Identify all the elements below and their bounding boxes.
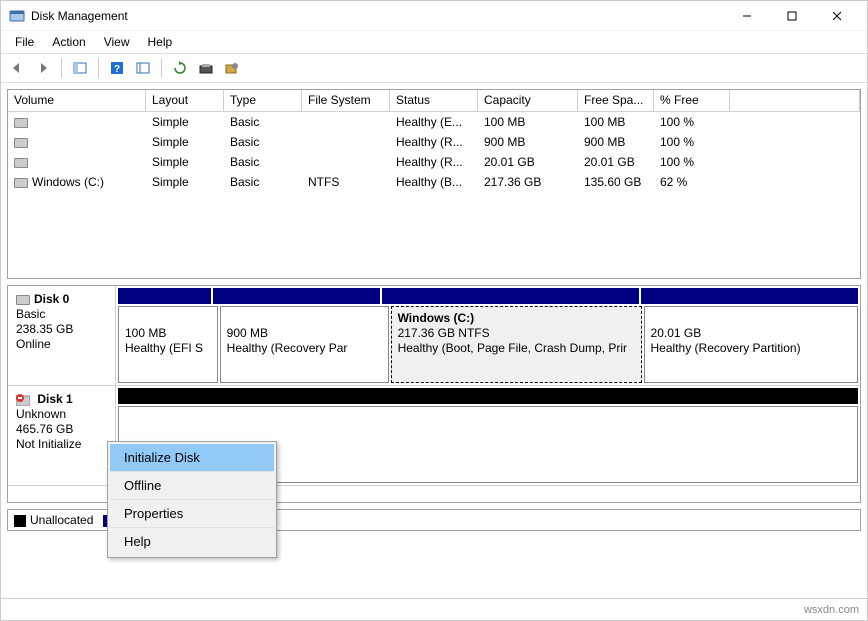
volume-row[interactable]: Windows (C:) Simple Basic NTFS Healthy (… <box>8 172 860 192</box>
volume-icon <box>14 138 28 148</box>
volume-row[interactable]: Simple Basic Healthy (R... 20.01 GB 20.0… <box>8 152 860 172</box>
menu-action[interactable]: Action <box>44 33 93 51</box>
maximize-button[interactable] <box>769 2 814 30</box>
context-menu-properties[interactable]: Properties <box>110 500 274 528</box>
volume-row[interactable]: Simple Basic Healthy (R... 900 MB 900 MB… <box>8 132 860 152</box>
volume-icon <box>14 158 28 168</box>
app-icon <box>9 8 25 24</box>
refresh-icon[interactable] <box>168 56 192 80</box>
settings-icon[interactable] <box>131 56 155 80</box>
partition-efi[interactable]: 100 MB Healthy (EFI S <box>118 306 218 383</box>
column-filesystem[interactable]: File System <box>302 90 390 111</box>
status-bar: wsxdn.com <box>1 598 867 620</box>
column-spacer <box>730 90 860 111</box>
column-free-space[interactable]: Free Spa... <box>578 90 654 111</box>
volume-icon <box>14 118 28 128</box>
back-button[interactable] <box>5 56 29 80</box>
column-volume[interactable]: Volume <box>8 90 146 111</box>
partition-color-bar <box>118 288 858 304</box>
window-title: Disk Management <box>31 9 724 23</box>
toolbar-separator <box>98 58 99 78</box>
title-bar: Disk Management <box>1 1 867 31</box>
menu-help[interactable]: Help <box>140 33 181 51</box>
volume-icon <box>14 178 28 188</box>
menu-bar: File Action View Help <box>1 31 867 53</box>
rescan-disks-icon[interactable] <box>194 56 218 80</box>
toolbar-separator <box>161 58 162 78</box>
close-button[interactable] <box>814 2 859 30</box>
partition-recovery-2[interactable]: 20.01 GB Healthy (Recovery Partition) <box>644 306 858 383</box>
unallocated-bar[interactable] <box>118 388 858 404</box>
context-menu: Initialize Disk Offline Properties Help <box>107 441 277 558</box>
show-hide-console-tree-icon[interactable] <box>68 56 92 80</box>
menu-file[interactable]: File <box>7 33 42 51</box>
disk-info[interactable]: Disk 1 Unknown 465.76 GB Not Initialize <box>8 386 116 485</box>
forward-button[interactable] <box>31 56 55 80</box>
toolbar-separator <box>61 58 62 78</box>
context-menu-offline[interactable]: Offline <box>110 472 274 500</box>
partition-recovery-1[interactable]: 900 MB Healthy (Recovery Par <box>220 306 389 383</box>
context-menu-help[interactable]: Help <box>110 528 274 555</box>
partition-windows-c[interactable]: Windows (C:) 217.36 GB NTFS Healthy (Boo… <box>391 306 642 383</box>
volume-row[interactable]: Simple Basic Healthy (E... 100 MB 100 MB… <box>8 112 860 132</box>
volume-list-header: Volume Layout Type File System Status Ca… <box>8 90 860 112</box>
disk-error-icon <box>16 394 30 406</box>
column-type[interactable]: Type <box>224 90 302 111</box>
column-layout[interactable]: Layout <box>146 90 224 111</box>
disk-info[interactable]: Disk 0 Basic 238.35 GB Online <box>8 286 116 385</box>
column-percent-free[interactable]: % Free <box>654 90 730 111</box>
disk-row-0[interactable]: Disk 0 Basic 238.35 GB Online 100 MB Hea… <box>8 286 860 386</box>
minimize-button[interactable] <box>724 2 769 30</box>
column-status[interactable]: Status <box>390 90 478 111</box>
svg-text:?: ? <box>114 64 120 75</box>
footer-text: wsxdn.com <box>804 604 859 616</box>
disk-icon <box>16 295 30 305</box>
actions-icon[interactable] <box>220 56 244 80</box>
column-capacity[interactable]: Capacity <box>478 90 578 111</box>
disk-0-partitions: 100 MB Healthy (EFI S 900 MB Healthy (Re… <box>116 286 860 385</box>
context-menu-initialize-disk[interactable]: Initialize Disk <box>110 444 274 472</box>
toolbar: ? <box>1 53 867 83</box>
legend-unallocated: Unallocated <box>14 513 93 527</box>
volume-list[interactable]: Volume Layout Type File System Status Ca… <box>7 89 861 279</box>
help-icon[interactable]: ? <box>105 56 129 80</box>
menu-view[interactable]: View <box>96 33 138 51</box>
